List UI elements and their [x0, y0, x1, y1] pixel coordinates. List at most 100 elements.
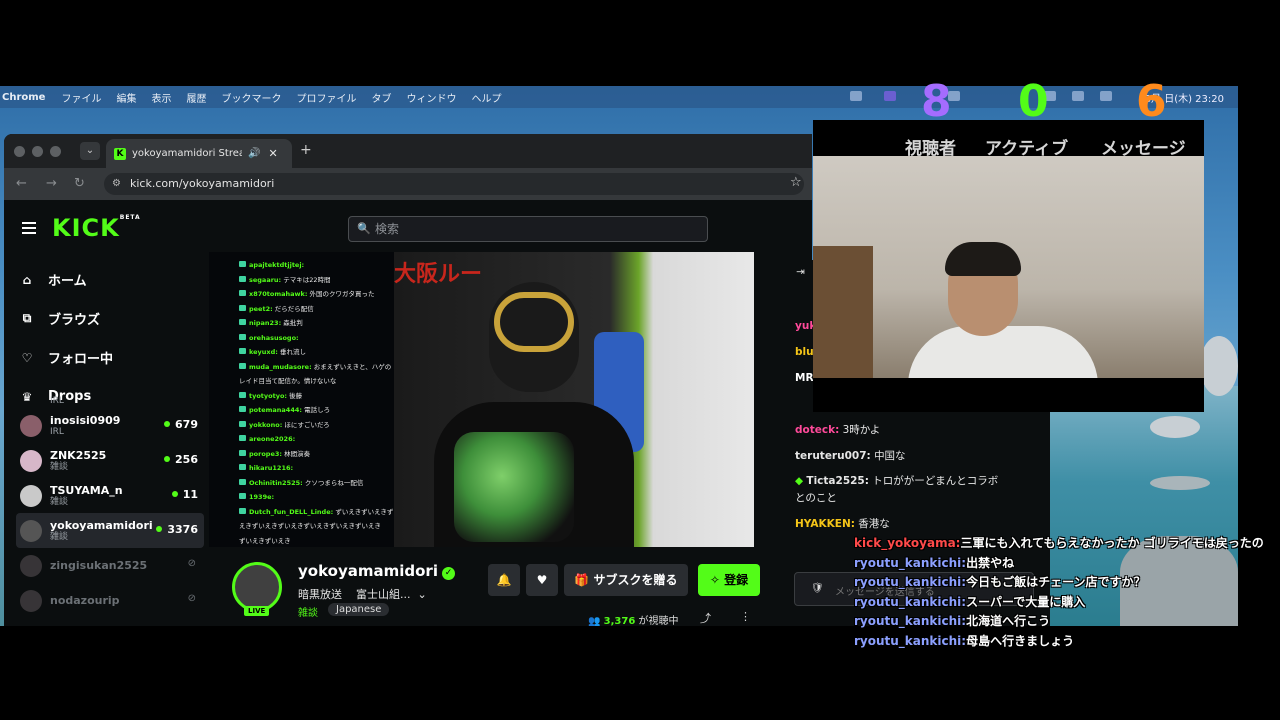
- stream-chat-line: えきずいえきずいえきずいえきずいえきずいえき: [239, 519, 394, 534]
- kick-logo[interactable]: KICKBETA: [52, 214, 141, 242]
- notification-bell-button[interactable]: 🔔: [488, 564, 520, 596]
- menu-window[interactable]: ウィンドウ: [406, 90, 456, 105]
- url-field[interactable]: ⚙ kick.com/yokoyamamidori: [104, 173, 804, 195]
- overlay-chat-line: ryoutu_kankichi:スーパーで大量に購入: [854, 593, 1280, 613]
- channel-item-active[interactable]: yokoyamamidori 雑談 3376: [16, 513, 204, 548]
- gift-icon: 🎁: [574, 573, 594, 587]
- chat-text: 中国な: [874, 450, 906, 462]
- sidebar-item-label: ホーム: [48, 274, 87, 289]
- channel-name: inosisi0909: [50, 413, 121, 427]
- screen: Chrome ファイル 編集 表示 履歴 ブックマーク プロファイル タブ ウィ…: [0, 0, 1280, 720]
- tab-search-chevron-icon[interactable]: ⌄: [80, 142, 100, 160]
- more-icon[interactable]: ⋮: [740, 610, 751, 623]
- channel-info: LIVE yokoyamamidori ✓ 暗黒放送 富士山組... ⌄ 雑談 J…: [232, 558, 792, 626]
- stream-chat-username: potemana444:: [249, 406, 302, 414]
- stream-chat-text: ほにすごいだろ: [284, 420, 330, 429]
- favorite-button[interactable]: ♥: [526, 564, 558, 596]
- channel-item-offline[interactable]: nodazourip ⊘: [16, 583, 204, 618]
- status-icon[interactable]: [850, 91, 862, 101]
- chat-badge-icon: [239, 493, 246, 499]
- menu-tab[interactable]: タブ: [371, 90, 391, 105]
- gift-sub-label: サブスクを贈る: [593, 573, 678, 587]
- video-player[interactable]: apajtektdtjjtej: segaaru: テマキは22時間 x870to…: [209, 252, 754, 547]
- chevron-down-icon[interactable]: ⌄: [418, 588, 427, 601]
- search-input[interactable]: 🔍 検索: [348, 216, 708, 242]
- sidebar-item-label: フォロー中: [48, 352, 114, 367]
- back-icon[interactable]: ←: [16, 176, 27, 191]
- control-center-icon[interactable]: [1100, 91, 1112, 101]
- menu-help[interactable]: ヘルプ: [471, 90, 501, 105]
- menu-edit[interactable]: 編集: [116, 90, 136, 105]
- menu-hamburger-icon[interactable]: [22, 222, 36, 234]
- stream-subtitle: 富士山組...: [356, 588, 411, 601]
- channel-avatar[interactable]: [232, 562, 282, 612]
- follow-button[interactable]: ✧ 登録: [698, 564, 760, 596]
- home-icon: ⌂: [22, 272, 32, 287]
- channel-item[interactable]: TSUYAMA_n 雑談 11: [16, 478, 204, 513]
- stream-chat-username: nipan23:: [249, 319, 282, 327]
- status-icon[interactable]: [884, 91, 896, 101]
- stream-chat-line: nipan23: 森批判: [239, 316, 394, 331]
- forward-icon[interactable]: →: [46, 176, 57, 191]
- stream-chat-text: 垂れ流し: [279, 348, 306, 356]
- channel-item[interactable]: IRL: [16, 394, 204, 408]
- chat-badge-icon: [239, 348, 246, 354]
- chat-username[interactable]: blu: [795, 346, 814, 358]
- gift-sub-button[interactable]: 🎁 サブスクを贈る: [564, 564, 688, 596]
- close-window-button[interactable]: [14, 146, 25, 157]
- language-tag[interactable]: Japanese: [328, 603, 390, 616]
- reload-icon[interactable]: ↻: [74, 176, 85, 191]
- menu-bookmarks[interactable]: ブックマーク: [221, 90, 281, 105]
- chat-username[interactable]: teruteru007:: [795, 450, 871, 462]
- channel-item-offline[interactable]: zingisukan2525 ⊘: [16, 548, 204, 583]
- chat-username[interactable]: Ticta2525:: [806, 475, 869, 487]
- menu-history[interactable]: 履歴: [186, 90, 206, 105]
- shelf: [813, 246, 873, 378]
- channel-item[interactable]: ZNK2525 雑談 256: [16, 443, 204, 478]
- stream-banner: 大阪ルー: [394, 261, 483, 287]
- wallpaper-rock: [1150, 416, 1200, 438]
- channel-title[interactable]: yokoyamamidori ✓: [298, 562, 455, 580]
- sidebar-item-browse[interactable]: ⧉ ブラウズ: [20, 299, 210, 338]
- share-icon[interactable]: ⤴: [700, 610, 711, 626]
- channel-name: TSUYAMA_n: [50, 483, 123, 497]
- menu-file[interactable]: ファイル: [61, 90, 101, 105]
- menu-view[interactable]: 表示: [151, 90, 171, 105]
- chat-message: MR: [795, 372, 814, 384]
- chat-username[interactable]: MR: [795, 372, 814, 384]
- site-settings-icon[interactable]: ⚙: [112, 173, 121, 195]
- chat-message: blu: [795, 346, 814, 358]
- chat-message: ◆ Ticta2525: トロががーどまんとコラボ: [795, 473, 998, 488]
- bookmark-star-icon[interactable]: ☆: [790, 175, 802, 190]
- channel-item[interactable]: inosisi0909 IRL 679: [16, 408, 204, 443]
- category-link[interactable]: 雑談: [298, 604, 318, 619]
- stream-chat-username: apajtektdtjjtej:: [249, 261, 305, 269]
- chat-username[interactable]: doteck:: [795, 424, 839, 436]
- sidebar-item-following[interactable]: ♡ フォロー中: [20, 338, 210, 377]
- speaker-icon[interactable]: 🔊: [248, 148, 260, 159]
- chat-badge-icon: [239, 333, 246, 340]
- channel-category: 雑談: [50, 461, 69, 472]
- stream-chat-username: Ochinitin2525:: [249, 478, 303, 487]
- chat-username[interactable]: HYAKKEN:: [795, 518, 855, 530]
- menu-app-name[interactable]: Chrome: [2, 92, 45, 103]
- zoom-window-button[interactable]: [50, 146, 61, 157]
- menu-bar: Chrome ファイル 編集 表示 履歴 ブックマーク プロファイル タブ ウィ…: [0, 86, 1238, 108]
- minimize-window-button[interactable]: [32, 146, 43, 157]
- avatar: [20, 589, 42, 612]
- kick-logo-beta: BETA: [119, 214, 141, 221]
- new-tab-icon[interactable]: +: [300, 142, 312, 158]
- chat-badge-icon: [239, 478, 246, 485]
- collapse-chat-icon[interactable]: ⇥: [796, 266, 805, 278]
- tab-kick-stream[interactable]: K yokoyamamidori Stream - 🔊 ✕: [106, 139, 292, 168]
- stream-chat-line: potemana444: 電話しろ: [239, 403, 394, 418]
- sidebar-item-home[interactable]: ⌂ ホーム: [20, 260, 210, 299]
- search-icon[interactable]: [1072, 91, 1084, 101]
- offline-icon: ⊘: [187, 558, 196, 569]
- close-tab-icon[interactable]: ✕: [268, 147, 277, 160]
- follow-icon: ✧: [709, 573, 725, 587]
- stream-chat-line: muda_mudasore: おまえずいえきと、ハゲの: [239, 360, 394, 375]
- stream-chat-line: Ochinitin2525: クソつまらね一配信: [239, 476, 394, 491]
- menu-profiles[interactable]: プロファイル: [296, 90, 356, 105]
- viewer-count: 👥 3,376 が視聴中: [588, 612, 678, 626]
